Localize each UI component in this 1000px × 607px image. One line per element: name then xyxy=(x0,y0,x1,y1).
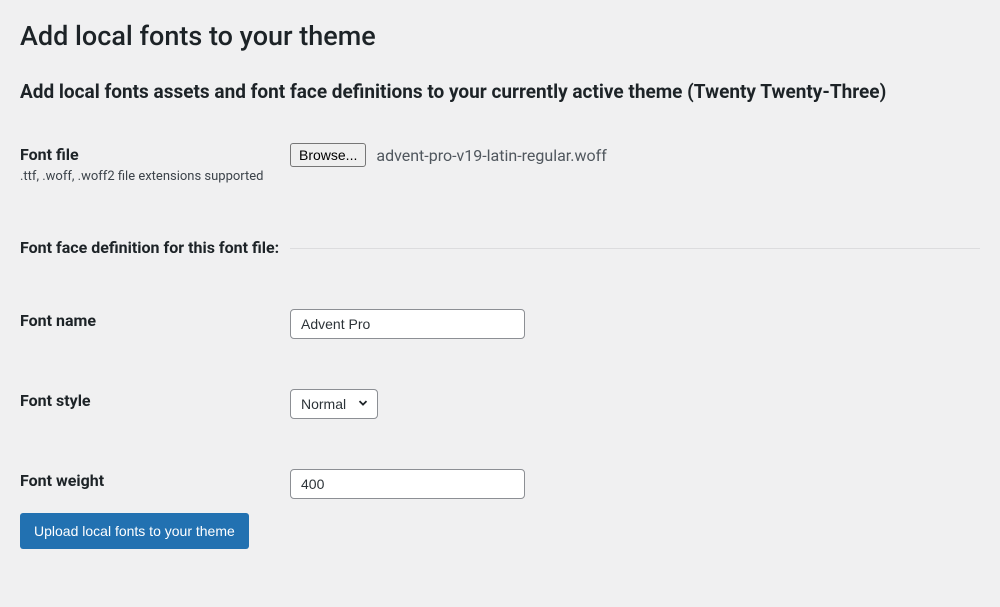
font-name-label: Font name xyxy=(20,311,290,332)
font-weight-input[interactable] xyxy=(290,469,525,499)
font-file-label: Font file xyxy=(20,145,290,166)
font-file-hint: .ttf, .woff, .woff2 file extensions supp… xyxy=(20,168,290,186)
font-style-label: Font style xyxy=(20,391,290,412)
page-subtitle: Add local fonts assets and font face def… xyxy=(20,80,980,103)
font-name-input[interactable] xyxy=(290,309,525,339)
browse-button[interactable]: Browse... xyxy=(290,143,366,167)
font-weight-label: Font weight xyxy=(20,471,290,492)
selected-file-name: advent-pro-v19-latin-regular.woff xyxy=(376,146,606,165)
font-style-select[interactable]: Normal xyxy=(290,389,378,419)
page-title: Add local fonts to your theme xyxy=(20,20,980,52)
upload-button[interactable]: Upload local fonts to your theme xyxy=(20,513,249,549)
section-divider xyxy=(290,248,980,249)
font-face-section-label: Font face definition for this font file: xyxy=(20,238,290,259)
